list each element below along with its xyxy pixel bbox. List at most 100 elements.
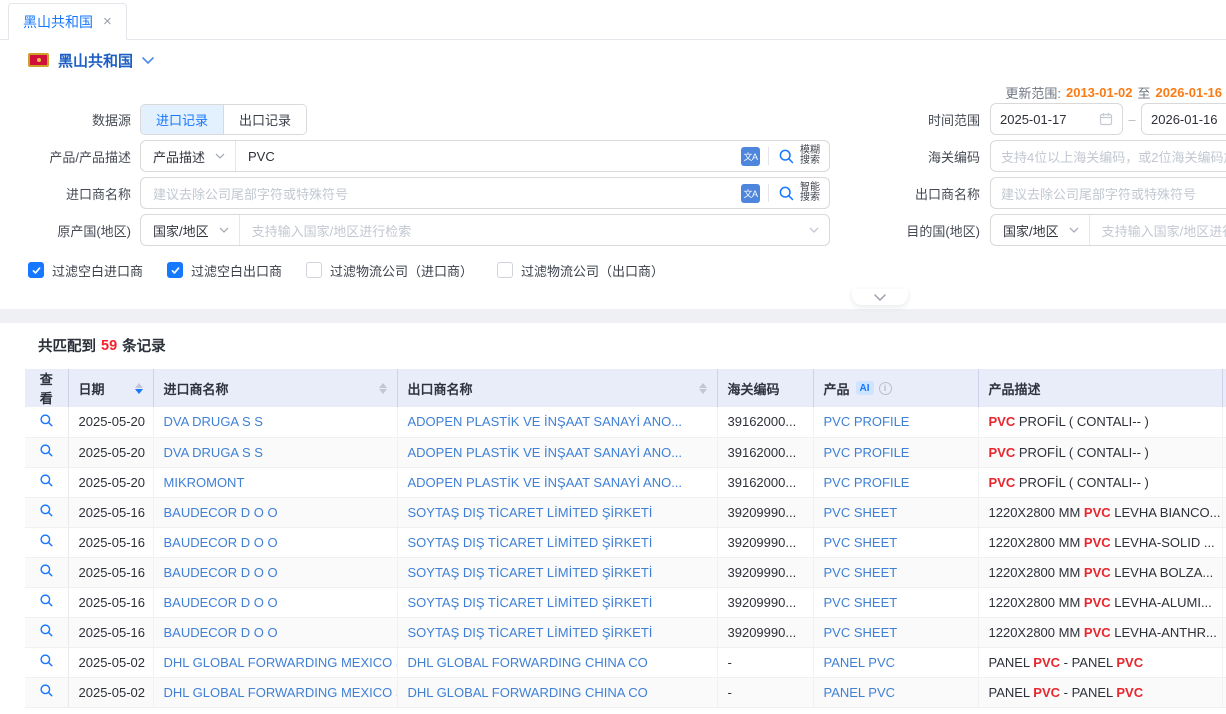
exporter-link[interactable]: ADOPEN PLASTİK VE İNŞAAT SANAYİ ANO... [408, 475, 683, 490]
exporter-link[interactable]: ADOPEN PLASTİK VE İNŞAAT SANAYİ ANO... [408, 445, 683, 460]
importer-link[interactable]: DVA DRUGA S S [164, 414, 263, 429]
import-records-tab[interactable]: 进口记录 [141, 105, 223, 134]
checkbox-icon[interactable] [28, 262, 44, 278]
exporter-link[interactable]: SOYTAŞ DIŞ TİCARET LİMİTED ŞİRKETİ [408, 565, 653, 580]
view-detail-icon[interactable] [39, 473, 54, 488]
view-detail-icon[interactable] [39, 623, 54, 638]
product-link[interactable]: PVC PROFILE [824, 414, 910, 429]
tab-montenegro[interactable]: 黑山共和国 × [8, 3, 127, 40]
view-cell[interactable] [25, 527, 68, 557]
column-header[interactable]: 进口商名称 [153, 369, 397, 407]
exporter-link[interactable]: SOYTAŞ DIŞ TİCARET LİMİTED ŞİRKETİ [408, 625, 653, 640]
product-link[interactable]: PANEL PVC [824, 685, 896, 700]
collapse-panel-button[interactable] [852, 289, 908, 305]
exporter-link[interactable]: SOYTAŞ DIŞ TİCARET LİMİTED ŞİRKETİ [408, 505, 653, 520]
checkbox-icon[interactable] [167, 262, 183, 278]
product-link[interactable]: PVC SHEET [824, 595, 898, 610]
view-cell[interactable] [25, 587, 68, 617]
importer-link[interactable]: DHL GLOBAL FORWARDING MEXICO S A [164, 685, 398, 700]
sort-icon[interactable] [135, 383, 143, 394]
view-cell[interactable] [25, 557, 68, 587]
view-detail-icon[interactable] [39, 563, 54, 578]
fuzzy-search-button[interactable]: 模糊搜索 [769, 146, 829, 167]
importer-link[interactable]: BAUDECOR D O O [164, 505, 278, 520]
origin-search-input[interactable]: 支持输入国家/地区进行检索 [240, 215, 805, 245]
exporter-link[interactable]: ADOPEN PLASTİK VE İNŞAAT SANAYİ ANO... [408, 414, 683, 429]
export-records-tab[interactable]: 出口记录 [223, 105, 306, 134]
sort-icon[interactable] [379, 383, 387, 394]
table-row: 2025-05-16BAUDECOR D O OSOYTAŞ DIŞ TİCAR… [25, 557, 1226, 587]
product-link[interactable]: PVC PROFILE [824, 445, 910, 460]
importer-name-input[interactable]: 建议去除公司尾部字符或特殊符号 [141, 178, 741, 208]
product-type-select[interactable]: 产品描述 [141, 141, 236, 171]
product-link[interactable]: PANEL PVC [824, 655, 896, 670]
origin-country-select[interactable]: 国家/地区 [141, 215, 240, 245]
view-detail-icon[interactable] [39, 503, 54, 518]
view-cell[interactable] [25, 617, 68, 647]
destination-search-input[interactable]: 支持输入国家/地区进行检索 [1090, 215, 1226, 245]
exporter-name-input[interactable]: 建议去除公司尾部字符或特殊符号 [990, 177, 1226, 209]
product-link[interactable]: PVC SHEET [824, 565, 898, 580]
end-date-input[interactable]: 2026-01-16 [1141, 103, 1226, 135]
product-link[interactable]: PVC PROFILE [824, 475, 910, 490]
view-cell[interactable] [25, 497, 68, 527]
smart-search-button[interactable]: 智能搜索 [769, 183, 829, 204]
exporter-cell: SOYTAŞ DIŞ TİCARET LİMİTED ŞİRKETİ [397, 527, 717, 557]
importer-link[interactable]: BAUDECOR D O O [164, 535, 278, 550]
filter-panel: 更新范围: 2013-01-02 至 2026-01-16 数据源 进口记录 出… [0, 80, 1226, 309]
view-detail-icon[interactable] [39, 593, 54, 608]
filter-checkbox[interactable]: 过滤物流公司（出口商） [497, 261, 664, 280]
view-cell[interactable] [25, 467, 68, 497]
importer-link[interactable]: BAUDECOR D O O [164, 565, 278, 580]
checkbox-icon[interactable] [306, 262, 322, 278]
importer-link[interactable]: MIKROMONT [164, 475, 245, 490]
importer-link[interactable]: DVA DRUGA S S [164, 445, 263, 460]
filter-checkbox[interactable]: 过滤物流公司（进口商） [306, 261, 473, 280]
chevron-down-icon [1069, 227, 1079, 233]
column-header[interactable]: 日期 [68, 369, 153, 407]
chevron-down-icon[interactable] [142, 57, 154, 64]
close-icon[interactable]: × [103, 14, 112, 29]
results-panel: 共匹配到 59 条记录 查看日期进口商名称出口商名称海关编码产品AIi产品描述 … [0, 323, 1226, 708]
exporter-link[interactable]: DHL GLOBAL FORWARDING CHINA CO [408, 655, 648, 670]
view-detail-icon[interactable] [39, 533, 54, 548]
view-cell[interactable] [25, 647, 68, 677]
update-range: 更新范围: 2013-01-02 至 2026-01-16 [0, 82, 1226, 103]
filter-checkbox[interactable]: 过滤空白进口商 [28, 261, 143, 280]
translate-icon[interactable]: 文A [741, 147, 760, 166]
chevron-down-icon[interactable] [809, 227, 819, 233]
exporter-link[interactable]: DHL GLOBAL FORWARDING CHINA CO [408, 685, 648, 700]
view-cell[interactable] [25, 437, 68, 467]
checkbox-icon[interactable] [497, 262, 513, 278]
product-link[interactable]: PVC SHEET [824, 535, 898, 550]
sort-icon[interactable] [699, 383, 707, 394]
exporter-link[interactable]: SOYTAŞ DIŞ TİCARET LİMİTED ŞİRKETİ [408, 535, 653, 550]
hs-code-label: 海关编码 [840, 147, 990, 166]
empty-cell [1222, 677, 1226, 707]
section-divider [0, 309, 1226, 323]
translate-icon[interactable]: 文A [741, 184, 760, 203]
destination-country-select[interactable]: 国家/地区 [991, 215, 1090, 245]
column-header[interactable]: 出口商名称 [397, 369, 717, 407]
view-cell[interactable] [25, 677, 68, 707]
exporter-link[interactable]: SOYTAŞ DIŞ TİCARET LİMİTED ŞİRKETİ [408, 595, 653, 610]
importer-link[interactable]: DHL GLOBAL FORWARDING MEXICO S A [164, 655, 398, 670]
importer-link[interactable]: BAUDECOR D O O [164, 625, 278, 640]
calendar-icon [1099, 112, 1113, 126]
view-detail-icon[interactable] [39, 413, 54, 428]
view-cell[interactable] [25, 407, 68, 437]
importer-cell: MIKROMONT [153, 467, 397, 497]
product-link[interactable]: PVC SHEET [824, 505, 898, 520]
info-icon[interactable]: i [879, 382, 892, 395]
product-search-input[interactable]: PVC [236, 141, 741, 171]
filter-checkbox[interactable]: 过滤空白出口商 [167, 261, 282, 280]
view-detail-icon[interactable] [39, 683, 54, 698]
product-link[interactable]: PVC SHEET [824, 625, 898, 640]
hs-code-input[interactable]: 支持4位以上海关编码，或2位海关编码加必要描述 [990, 140, 1226, 172]
start-date-input[interactable]: 2025-01-17 [990, 103, 1123, 135]
importer-link[interactable]: BAUDECOR D O O [164, 595, 278, 610]
view-detail-icon[interactable] [39, 443, 54, 458]
product-cell: PVC SHEET [813, 557, 978, 587]
view-detail-icon[interactable] [39, 653, 54, 668]
description-cell: PVC PROFİL ( CONTALI-- ) [978, 467, 1222, 497]
